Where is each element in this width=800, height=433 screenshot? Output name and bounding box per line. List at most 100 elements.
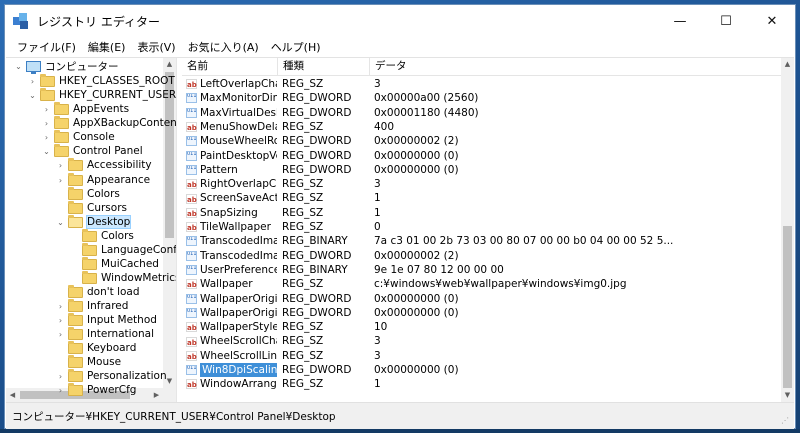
resize-grip-icon[interactable]: ⋰ [781,416,791,426]
expanded-chevron-icon[interactable]: ⌄ [56,218,65,227]
menu-file[interactable]: ファイル(F) [11,39,82,55]
value-name-cell[interactable]: 011 110MaxVirtualDeskt... [186,106,277,120]
tree-node-label[interactable]: Console [73,131,115,143]
value-name-cell[interactable]: abRightOverlapCh... [186,177,277,191]
tree-node[interactable]: › HKEY_CLASSES_ROOT [28,73,175,88]
tree-node[interactable]: › AppEvents [42,101,129,116]
value-name-cell[interactable]: ab WallpaperStyle [186,320,277,334]
value-name-cell[interactable]: abWindowArrange... [186,377,277,391]
value-row[interactable]: 011 110PaintDesktopVer... REG_DWORD 0x0000… [182,149,781,163]
menu-view[interactable]: 表示(V) [131,39,181,55]
tree-node[interactable]: Cursors [56,200,127,215]
tree-node-label[interactable]: Accessibility [87,159,152,171]
list-scroll-down-arrow-icon[interactable]: ▼ [781,389,794,402]
tree-node[interactable]: › Appearance [56,172,150,187]
list-scroll-up-arrow-icon[interactable]: ▲ [781,58,794,71]
column-header-data[interactable]: データ [370,58,790,75]
tree-node-label[interactable]: HKEY_CURRENT_USER [59,89,176,101]
value-name-cell[interactable]: abMenuShowDelay [186,120,277,134]
collapsed-chevron-icon[interactable]: › [56,316,65,325]
value-name-cell[interactable]: 011 110WallpaperOriginY [186,306,277,320]
tree-node-label[interactable]: Appearance [87,174,150,186]
menu-favorites[interactable]: お気に入り(A) [182,39,265,55]
tree-node[interactable]: LanguageConfi [70,242,176,257]
value-row[interactable]: ab SnapSizing REG_SZ 1 [182,206,781,220]
tree-node-label[interactable]: Personalization [87,370,167,382]
tree-node[interactable]: ⌄ HKEY_CURRENT_USER [28,87,176,102]
close-button[interactable]: ✕ [749,5,795,37]
maximize-button[interactable]: ☐ [703,5,749,37]
tree-node-label[interactable]: PowerCfg [87,384,136,396]
menu-help[interactable]: ヘルプ(H) [265,39,327,55]
value-row[interactable]: abRightOverlapCh... REG_SZ 3 [182,177,781,191]
tree-node[interactable]: don't load [56,284,140,299]
value-name-cell[interactable]: 011 110Win8DpiScaling [186,363,277,378]
tree-node-label[interactable]: Desktop [85,215,132,229]
tree-node-label[interactable]: Colors [87,188,120,200]
value-row[interactable]: 011 110TranscodedImag... REG_BINARY 7a c3 … [182,234,781,248]
tree-node-label[interactable]: コンピューター [45,59,119,74]
tree-node[interactable]: MuiCached [70,256,159,271]
tree-node-label[interactable]: Control Panel [73,145,143,157]
value-row[interactable]: abWindowArrange... REG_SZ 1 [182,377,781,391]
expanded-chevron-icon[interactable]: ⌄ [14,62,23,71]
value-row[interactable]: ab WallpaperStyle REG_SZ 10 [182,320,781,334]
value-row[interactable]: ab Wallpaper REG_SZ c:¥windows¥web¥wallpape… [182,277,781,291]
collapsed-chevron-icon[interactable]: › [56,302,65,311]
tree-node-label[interactable]: Input Method [87,314,157,326]
tree-node[interactable]: Colors [70,228,134,243]
value-name-cell[interactable]: 011 110MouseWheelRo... [186,134,277,148]
tree-node[interactable]: › Input Method [56,312,157,327]
value-name-cell[interactable]: abWheelScrollChars [186,334,277,348]
tree-node-label[interactable]: MuiCached [101,258,159,270]
tree-node[interactable]: › Personalization [56,368,167,383]
tree-node[interactable]: Mouse [56,354,121,369]
collapsed-chevron-icon[interactable]: › [28,77,37,86]
expanded-chevron-icon[interactable]: ⌄ [28,91,37,100]
value-row[interactable]: 011 110MouseWheelRo... REG_DWORD 0x0000000… [182,134,781,148]
tree-node[interactable]: ⌄ Desktop [56,214,132,229]
value-name-cell[interactable]: 011 110TranscodedImag... [186,249,277,263]
value-name-cell[interactable]: 011 110TranscodedImag... [186,234,277,248]
list-vertical-scroll-thumb[interactable] [783,226,792,388]
tree-node-label[interactable]: AppXBackupContentTy [73,117,176,129]
value-name-cell[interactable]: abLeftOverlapChars [186,77,277,91]
tree-node[interactable]: › Infrared [56,298,128,313]
collapsed-chevron-icon[interactable]: › [42,105,51,114]
column-header-type[interactable]: 種類 [278,58,370,75]
tree-node[interactable]: › Console [42,129,115,144]
value-row[interactable]: 011 110Pattern REG_DWORD 0x00000000 (0) [182,163,781,177]
tree-node[interactable]: ⌄ Control Panel [42,143,143,158]
collapsed-chevron-icon[interactable]: › [56,176,65,185]
value-name-cell[interactable]: abWheelScrollLines [186,349,277,363]
value-list[interactable]: 名前 種類 データ ▲ ▼ abLeftOverlapCharsREG_SZ30… [182,58,794,402]
scroll-up-arrow-icon[interactable]: ▲ [163,58,176,71]
tree-node[interactable]: WindowMetrics [70,270,176,285]
value-row[interactable]: 011 110UserPreferences... REG_BINARY 9e 1e… [182,263,781,277]
value-row[interactable]: 011 110MaxVirtualDeskt... REG_DWORD 0x0000… [182,106,781,120]
tree-node-label[interactable]: don't load [87,286,140,298]
tree-node-label[interactable]: WindowMetrics [101,272,176,284]
value-name-cell[interactable]: 011 110Pattern [186,163,277,177]
collapsed-chevron-icon[interactable]: › [56,372,65,381]
tree-node-label[interactable]: HKEY_CLASSES_ROOT [59,75,175,87]
value-name-cell[interactable]: 011 110MaxMonitorDim... [186,91,277,105]
value-row[interactable]: abScreenSaveActive REG_SZ 1 [182,191,781,205]
value-name-cell[interactable]: ab TileWallpaper [186,220,277,234]
value-row[interactable]: 011 110Win8DpiScaling REG_DWORD 0x00000000… [182,363,781,378]
minimize-button[interactable]: — [657,5,703,37]
tree-vertical-scrollbar[interactable]: ▲ ▼ [163,58,176,388]
title-bar[interactable]: レジストリ エディター — ☐ ✕ [5,5,795,37]
value-row[interactable]: abMenuShowDelay REG_SZ 400 [182,120,781,134]
collapsed-chevron-icon[interactable]: › [42,119,51,128]
column-header-name[interactable]: 名前 [182,58,278,75]
value-row[interactable]: 011 110WallpaperOriginX REG_DWORD 0x000000… [182,292,781,306]
collapsed-chevron-icon[interactable]: › [42,133,51,142]
tree-node-label[interactable]: International [87,328,154,340]
tree-node-label[interactable]: LanguageConfi [101,244,176,256]
key-tree[interactable]: ▲ ▼ ◀ ▶ ⌄ コンピューター › HKEY_CLASSES_ROOT ⌄ HKEY_… [6,58,176,402]
tree-node[interactable]: Colors [56,186,120,201]
tree-node[interactable]: › International [56,326,154,341]
collapsed-chevron-icon[interactable]: › [56,386,65,395]
tree-node[interactable]: › PowerCfg [56,382,136,397]
